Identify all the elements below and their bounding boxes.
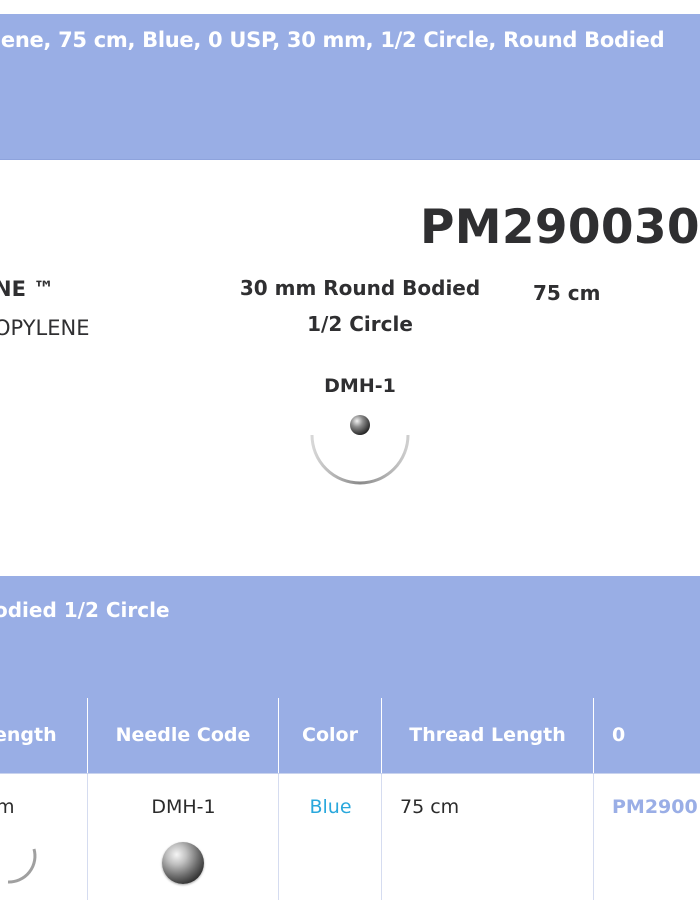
header-thread-length: Thread Length	[382, 698, 594, 773]
product-title-banner: lene, 75 cm, Blue, 0 USP, 30 mm, 1/2 Cir…	[0, 14, 700, 160]
brand-name: NE ™	[0, 277, 55, 301]
header-usp-size: 0	[612, 724, 626, 746]
cell-thread-length-text: 75 cm	[400, 796, 460, 818]
cell-thread-length: 75 cm	[382, 774, 594, 900]
cell-needle-code-text: DMH-1	[151, 796, 216, 818]
product-code: PM290030I	[420, 200, 700, 255]
thread-length: 75 cm	[533, 281, 601, 305]
curved-needle-icon	[7, 848, 37, 884]
table-row: m DMH-1 Blue 75 cm PM2900	[0, 773, 700, 900]
needle-size-type: 30 mm Round Bodied	[239, 276, 481, 300]
spec-table: ength Needle Code Color Thread Length 0 …	[0, 698, 700, 900]
product-code-link[interactable]: PM2900	[612, 796, 698, 818]
curved-needle-icon	[300, 405, 420, 495]
header-needle-length-label: ength	[0, 724, 57, 746]
header-needle-code: Needle Code	[88, 698, 279, 773]
cell-color-text: Blue	[309, 796, 352, 818]
header-needle-length: ength	[0, 698, 88, 773]
header-color: Color	[279, 698, 382, 773]
section-title: odied 1/2 Circle	[0, 598, 170, 622]
needle-description: 30 mm Round Bodied 1/2 Circle	[228, 270, 492, 342]
material-name: OPYLENE	[0, 316, 90, 340]
cell-needle-code: DMH-1	[88, 774, 279, 900]
needle-curvature: 1/2 Circle	[307, 312, 413, 336]
needle-code: DMH-1	[324, 375, 396, 397]
product-title: lene, 75 cm, Blue, 0 USP, 30 mm, 1/2 Cir…	[0, 28, 665, 52]
cell-needle-length: m	[0, 774, 88, 900]
section-banner: odied 1/2 Circle	[0, 576, 700, 698]
needle-tip-icon	[162, 842, 204, 884]
cell-color: Blue	[279, 774, 382, 900]
cell-needle-length-text: m	[0, 796, 15, 818]
product-page: lene, 75 cm, Blue, 0 USP, 30 mm, 1/2 Cir…	[0, 0, 700, 900]
table-header-row: ength Needle Code Color Thread Length 0	[0, 698, 700, 773]
cell-product-code[interactable]: PM2900	[594, 774, 700, 900]
